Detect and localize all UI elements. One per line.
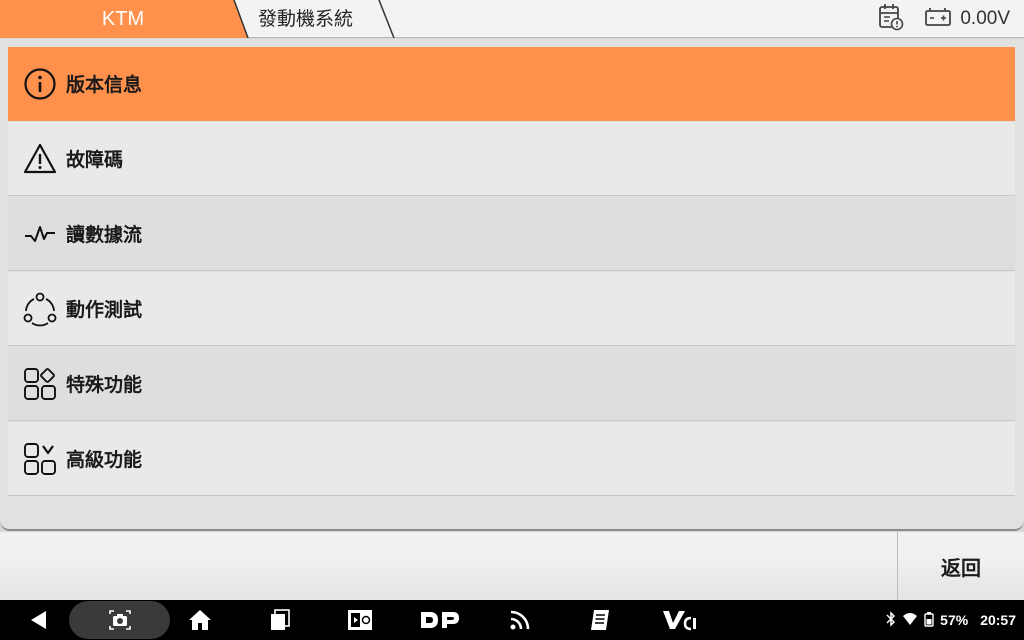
calendar-alert-icon[interactable] — [878, 2, 904, 36]
screenshot-icon[interactable] — [101, 600, 139, 640]
special-grid-icon — [22, 366, 58, 402]
wifi-icon — [902, 612, 918, 629]
bottom-action-bar: 返回 — [0, 532, 1024, 600]
menu-item-label: 特殊功能 — [66, 374, 143, 396]
menu-item-label: 動作測試 — [66, 299, 143, 321]
system-status-area: 57% 20:57 — [886, 600, 1016, 640]
bluetooth-icon — [886, 610, 896, 630]
function-menu-list: 版本信息 故障碼 讀數據流 動作測試 特殊功能 高級功能 — [8, 47, 1015, 497]
remote-icon[interactable] — [343, 600, 377, 640]
breadcrumb-brand-label: KTM — [101, 8, 145, 30]
menu-item-data-stream[interactable]: 讀數據流 — [8, 197, 1015, 271]
info-circle-icon — [22, 66, 58, 102]
menu-item-fault-codes[interactable]: 故障碼 — [8, 122, 1015, 196]
voltage-value: 0.00V — [960, 8, 1010, 29]
top-bar: KTM 發動機系統 0.00V — [0, 0, 1024, 38]
function-menu-panel: 版本信息 故障碼 讀數據流 動作測試 特殊功能 高級功能 — [0, 39, 1024, 531]
breadcrumb-system[interactable]: 發動機系統 — [236, 0, 398, 38]
menu-item-label: 高級功能 — [66, 449, 143, 471]
menu-item-version-info[interactable]: 版本信息 — [8, 47, 1015, 121]
menu-item-special-functions[interactable]: 特殊功能 — [8, 347, 1015, 421]
breadcrumb-system-label: 發動機系統 — [258, 8, 354, 30]
battery-icon — [924, 7, 952, 31]
back-triangle-icon[interactable] — [20, 600, 58, 640]
voltage-indicator: 0.00V — [924, 7, 1010, 31]
home-icon[interactable] — [184, 600, 216, 640]
menu-item-label: 版本信息 — [66, 74, 143, 96]
feed-icon[interactable] — [505, 600, 535, 640]
clock: 20:57 — [980, 612, 1016, 628]
manual-icon[interactable] — [585, 600, 615, 640]
system-nav-bar: 57% 20:57 — [0, 600, 1024, 640]
pulse-wave-icon — [22, 216, 58, 252]
menu-item-label: 故障碼 — [66, 149, 124, 171]
dp-icon[interactable] — [418, 600, 462, 640]
top-right-status: 0.00V — [878, 0, 1010, 38]
recents-icon[interactable] — [264, 600, 296, 640]
back-button[interactable]: 返回 — [897, 532, 1024, 600]
battery-status-icon — [924, 611, 934, 630]
breadcrumb-brand[interactable]: KTM — [0, 0, 252, 38]
advanced-grid-icon — [22, 441, 58, 477]
actuation-cycle-icon — [22, 291, 58, 327]
menu-item-advanced-functions[interactable]: 高級功能 — [8, 422, 1015, 496]
battery-percent: 57% — [940, 612, 969, 628]
menu-item-actuation-test[interactable]: 動作測試 — [8, 272, 1015, 346]
vci-icon[interactable] — [660, 600, 700, 640]
warning-triangle-icon — [22, 141, 58, 177]
menu-item-label: 讀數據流 — [66, 224, 143, 246]
